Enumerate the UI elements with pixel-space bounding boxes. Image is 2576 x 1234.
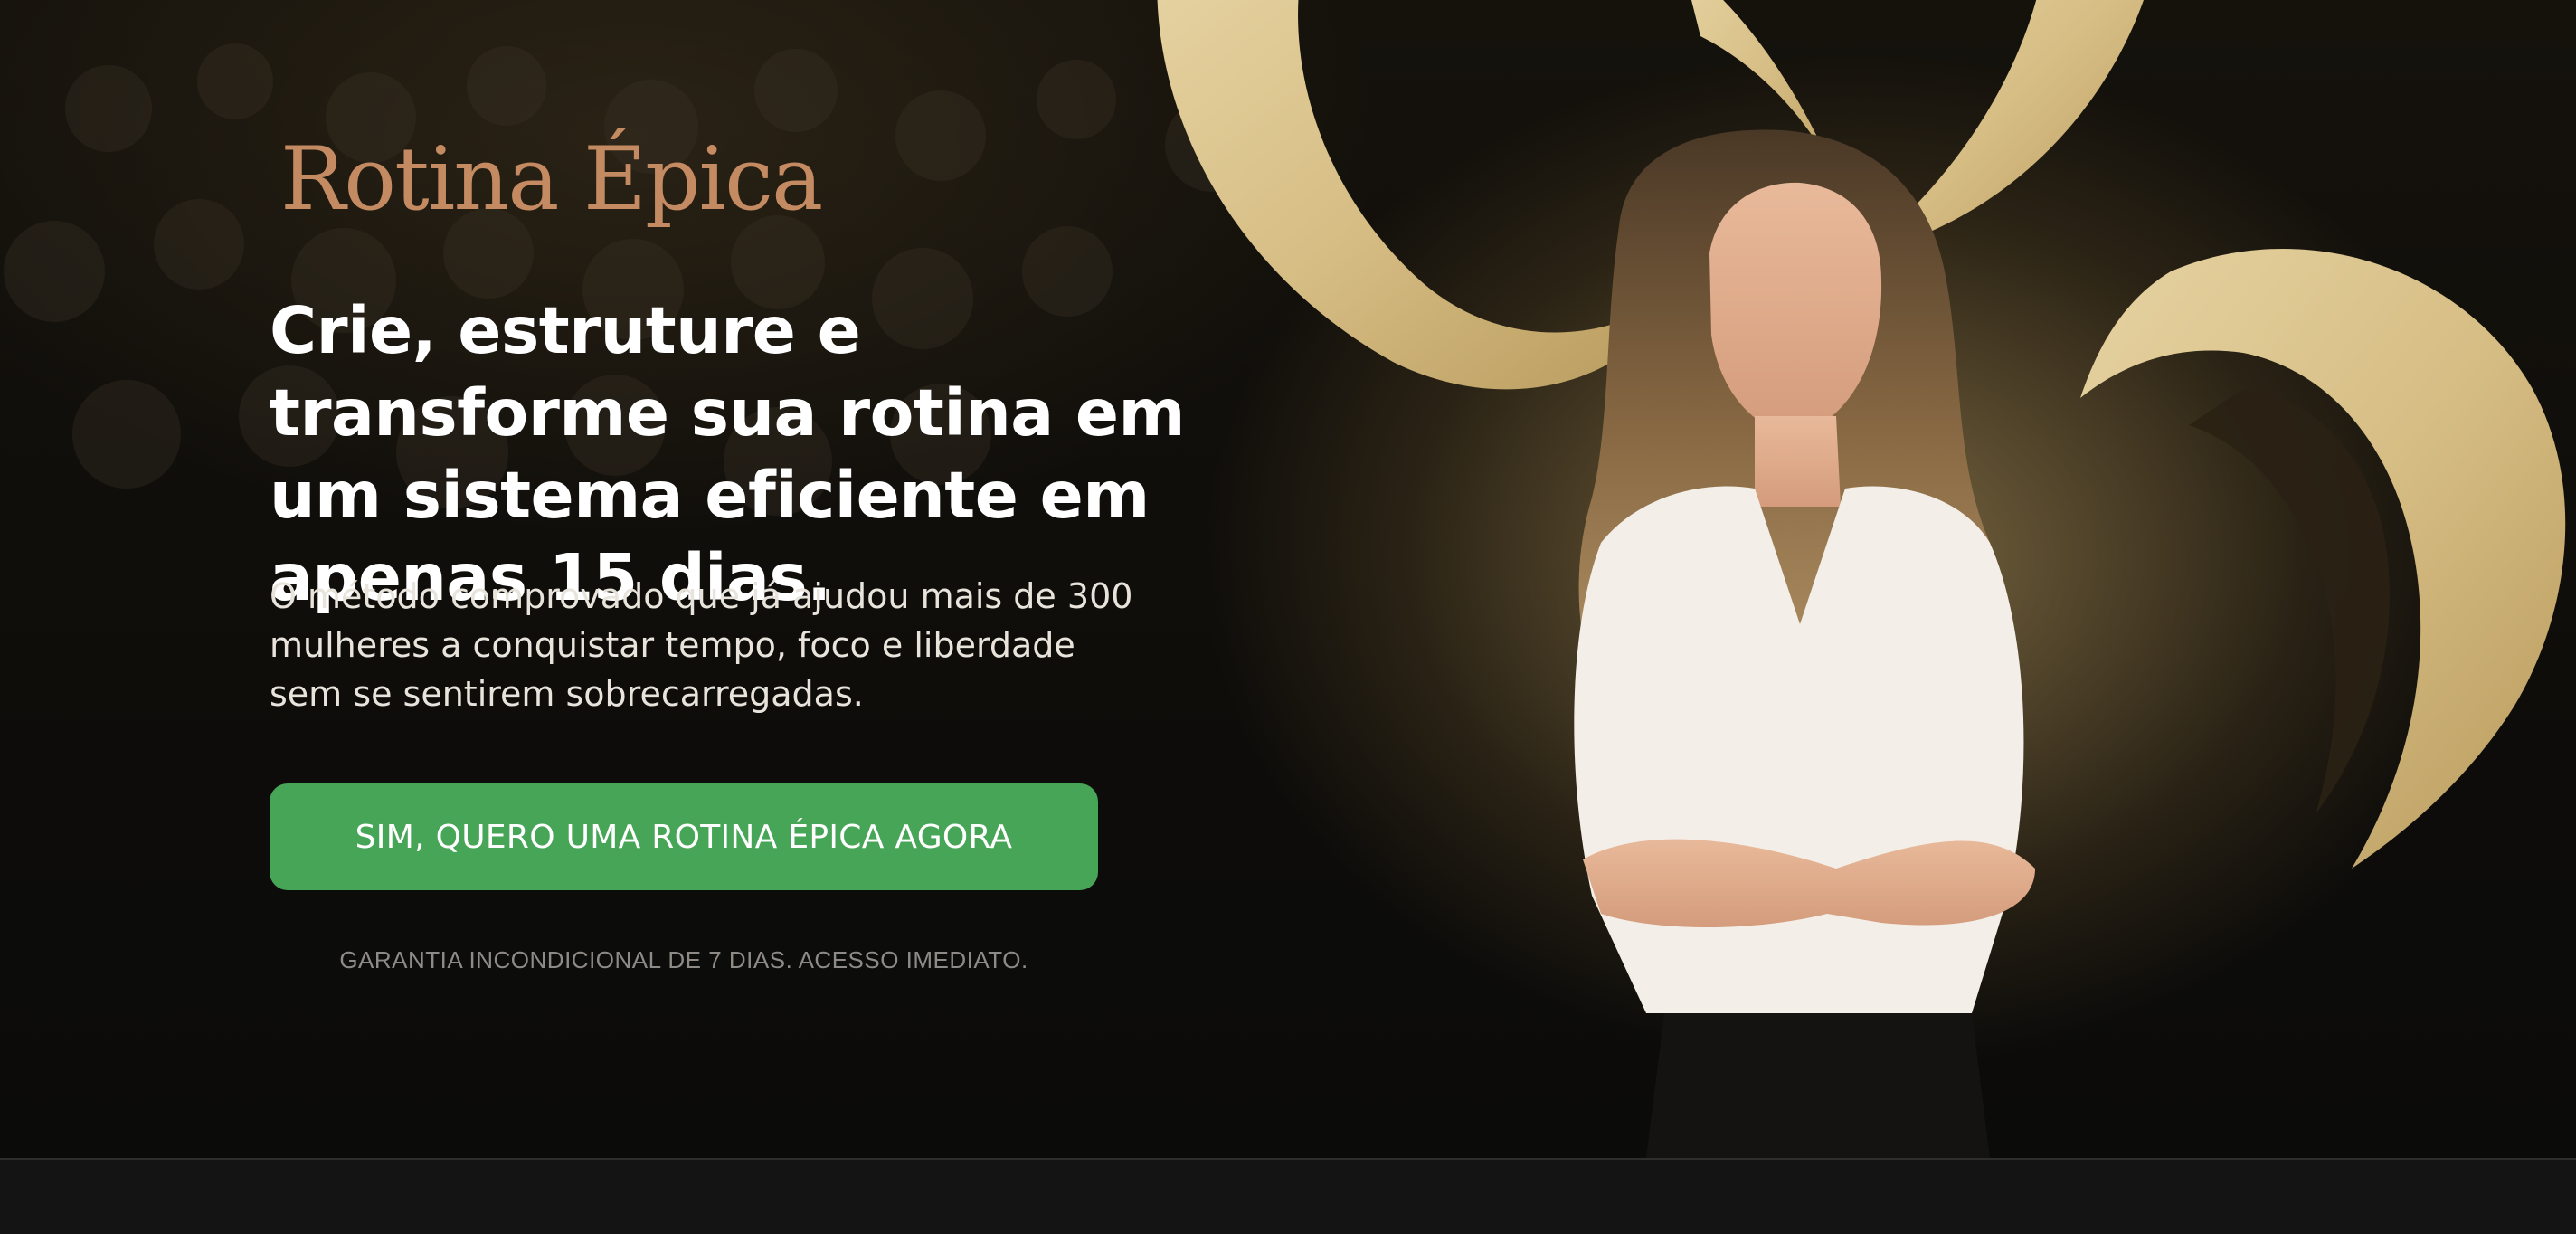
cta-button[interactable]: SIM, QUERO UMA ROTINA ÉPICA AGORA [270, 783, 1098, 890]
hero-section: Rotina Épica Crie, estruture e transform… [0, 0, 2576, 1158]
hero-subheadline: O método comprovado que já ajudou mais d… [270, 576, 1133, 714]
next-section-bar [0, 1158, 2576, 1234]
guarantee-note: GARANTIA INCONDICIONAL DE 7 DIAS. ACESSO… [339, 946, 1028, 973]
brand-logo[interactable]: Rotina Épica [280, 136, 823, 223]
portrait-image [1574, 129, 2035, 1158]
hero-headline: Crie, estruture e transforme sua rotina … [270, 293, 1186, 615]
